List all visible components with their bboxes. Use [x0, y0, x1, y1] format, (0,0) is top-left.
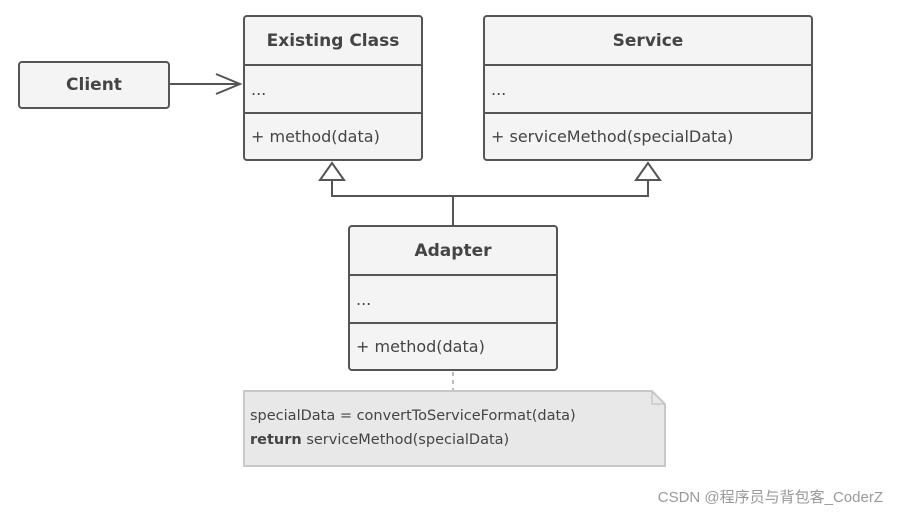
existing-class-fields: ...	[245, 66, 421, 114]
watermark: CSDN @程序员与背包客_CoderZ	[657, 489, 883, 506]
note-line-2: return serviceMethod(specialData)	[250, 428, 576, 452]
inheritance-arrowhead-service	[634, 161, 662, 181]
note-line-1: specialData = convertToServiceFormat(dat…	[250, 408, 576, 424]
existing-class-title: Existing Class	[245, 17, 421, 66]
service-fields: ...	[485, 66, 811, 114]
client-box: Client	[18, 61, 170, 109]
client-label: Client	[66, 75, 122, 95]
service-title: Service	[485, 17, 811, 66]
existing-class-box: Existing Class ... + method(data)	[243, 15, 423, 161]
adapter-fields: ...	[350, 276, 556, 324]
note-line-2-rest: serviceMethod(specialData)	[301, 432, 510, 448]
inheritance-arrowhead-existing	[318, 161, 346, 181]
adapter-title: Adapter	[350, 227, 556, 276]
note-keyword-return: return	[250, 432, 302, 448]
note-text: specialData = convertToServiceFormat(dat…	[250, 404, 576, 452]
adapter-box: Adapter ... + method(data)	[348, 225, 558, 371]
inheritance-line-existing	[331, 180, 649, 197]
existing-class-methods: + method(data)	[251, 127, 380, 146]
adapter-methods: + method(data)	[356, 337, 485, 356]
service-methods: + serviceMethod(specialData)	[491, 127, 734, 146]
service-box: Service ... + serviceMethod(specialData)	[483, 15, 813, 161]
